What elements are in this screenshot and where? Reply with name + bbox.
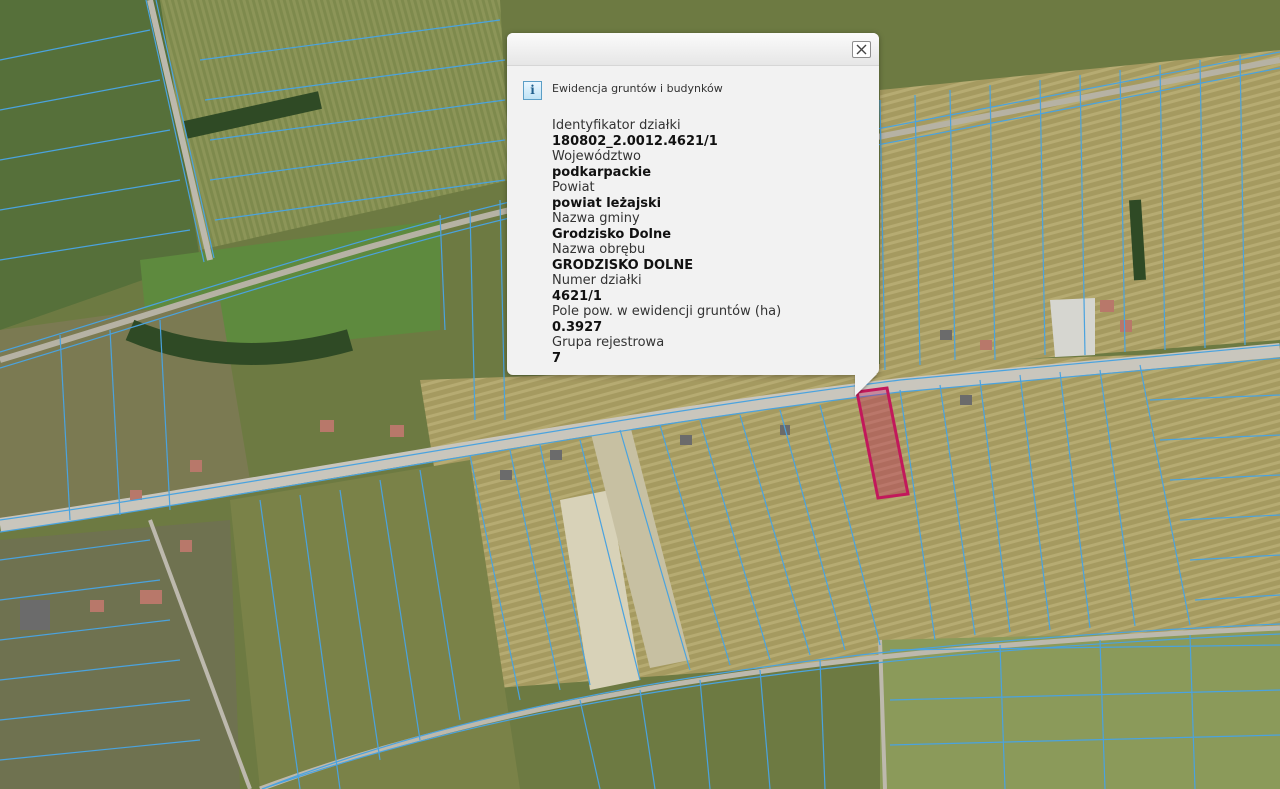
parcel-info-popup: i Ewidencja gruntów i budynków Identyfik… <box>507 33 879 396</box>
close-icon <box>856 44 867 55</box>
popup-header <box>507 33 879 66</box>
field-value: 7 <box>552 350 562 366</box>
field <box>230 460 520 789</box>
field-value: 0.3927 <box>552 319 603 335</box>
popup-pointer <box>855 374 877 396</box>
tree-row <box>1129 199 1146 281</box>
field-value: GRODZISKO DOLNE <box>552 257 694 273</box>
field-value: 4621/1 <box>552 288 602 304</box>
info-icon: i <box>523 81 542 100</box>
field-label: Pole pow. w ewidencji gruntów (ha) <box>552 304 782 319</box>
field-value: Grodzisko Dolne <box>552 226 672 242</box>
field <box>880 630 1280 789</box>
close-button[interactable] <box>852 41 871 58</box>
field-label: Grupa rejestrowa <box>552 335 665 350</box>
popup-title: Ewidencja gruntów i budynków <box>552 82 723 95</box>
bare-field <box>1050 298 1095 357</box>
field-label: Identyfikator działki <box>552 118 681 133</box>
field-label: Powiat <box>552 180 595 195</box>
field-value: podkarpackie <box>552 164 652 180</box>
field-label: Numer działki <box>552 273 642 288</box>
field-value: powiat leżajski <box>552 195 662 211</box>
popup-body: Identyfikator działki 180802_2.0012.4621/… <box>552 118 871 369</box>
field-label: Nazwa gminy <box>552 211 640 226</box>
field-label: Nazwa obrębu <box>552 242 646 257</box>
village-area <box>0 520 240 789</box>
field-label: Województwo <box>552 149 642 164</box>
field-value: 180802_2.0012.4621/1 <box>552 133 718 149</box>
